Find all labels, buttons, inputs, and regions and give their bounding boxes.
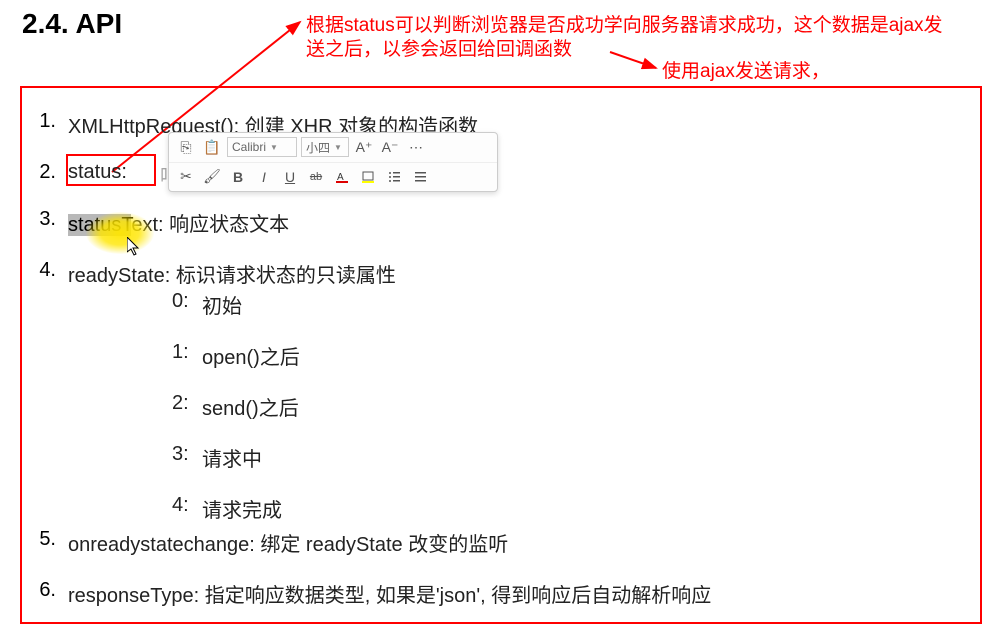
italic-button[interactable]: I (253, 166, 275, 188)
list-item: 4. readyState: 标识请求状态的只读属性 (32, 259, 972, 288)
increase-font-icon[interactable]: A⁺ (353, 136, 375, 158)
section-title: 2.4. API (22, 8, 122, 40)
underline-button[interactable]: U (279, 166, 301, 188)
cut-icon[interactable]: ✂ (175, 166, 197, 188)
decrease-font-icon[interactable]: A⁻ (379, 136, 401, 158)
item-number: 4. (32, 259, 68, 282)
font-size-select[interactable]: 小四▼ (301, 137, 349, 157)
format-painter-icon[interactable]: 🖌 (201, 166, 223, 188)
list-item: 6. responseType: 指定响应数据类型, 如果是'json', 得到… (32, 579, 972, 608)
numbering-icon[interactable] (409, 166, 431, 188)
sub-item: 2:send()之后 (172, 392, 300, 421)
highlight-color-icon[interactable] (357, 166, 379, 188)
item-number: 1. (32, 110, 68, 133)
font-color-icon[interactable]: A (331, 166, 353, 188)
list-item: 3. statusText: 响应状态文本 (32, 208, 972, 237)
toolbar-row-2: ✂ 🖌 B I U ab A (169, 162, 497, 191)
font-select[interactable]: Calibri▼ (227, 137, 297, 157)
more-icon[interactable]: ⋯ (405, 136, 427, 158)
item-number: 3. (32, 208, 68, 231)
paste-icon[interactable]: 📋 (201, 136, 223, 158)
item-number: 6. (32, 579, 68, 602)
sub-item: 3:请求中 (172, 443, 300, 472)
bold-button[interactable]: B (227, 166, 249, 188)
sub-item: 0:初始 (172, 290, 300, 319)
toolbar-row-1: ⎘ 📋 Calibri▼ 小四▼ A⁺ A⁻ ⋯ (169, 133, 497, 162)
bullets-icon[interactable] (383, 166, 405, 188)
item-text: statusText: 响应状态文本 (68, 208, 972, 237)
readystate-sublist: 0:初始 1:open()之后 2:send()之后 3:请求中 4:请求完成 (172, 290, 300, 545)
selected-text[interactable]: statusT (68, 214, 131, 236)
formatting-toolbar[interactable]: ⎘ 📋 Calibri▼ 小四▼ A⁺ A⁻ ⋯ ✂ 🖌 B I U ab A (168, 132, 498, 192)
sub-item: 4:请求完成 (172, 494, 300, 523)
annotation-text-1: 根据status可以判断浏览器是否成功学向服务器请求成功，这个数据是ajax发 … (306, 14, 986, 62)
annotation-text-2: 使用ajax发送请求， (662, 60, 830, 84)
strikethrough-button[interactable]: ab (305, 166, 327, 188)
sub-item: 1:open()之后 (172, 341, 300, 370)
item-number: 5. (32, 528, 68, 551)
item-number: 2. (32, 161, 68, 184)
item-text: readyState: 标识请求状态的只读属性 (68, 259, 972, 288)
item-text: responseType: 指定响应数据类型, 如果是'json', 得到响应后… (68, 579, 972, 608)
copy-icon[interactable]: ⎘ (175, 136, 197, 158)
